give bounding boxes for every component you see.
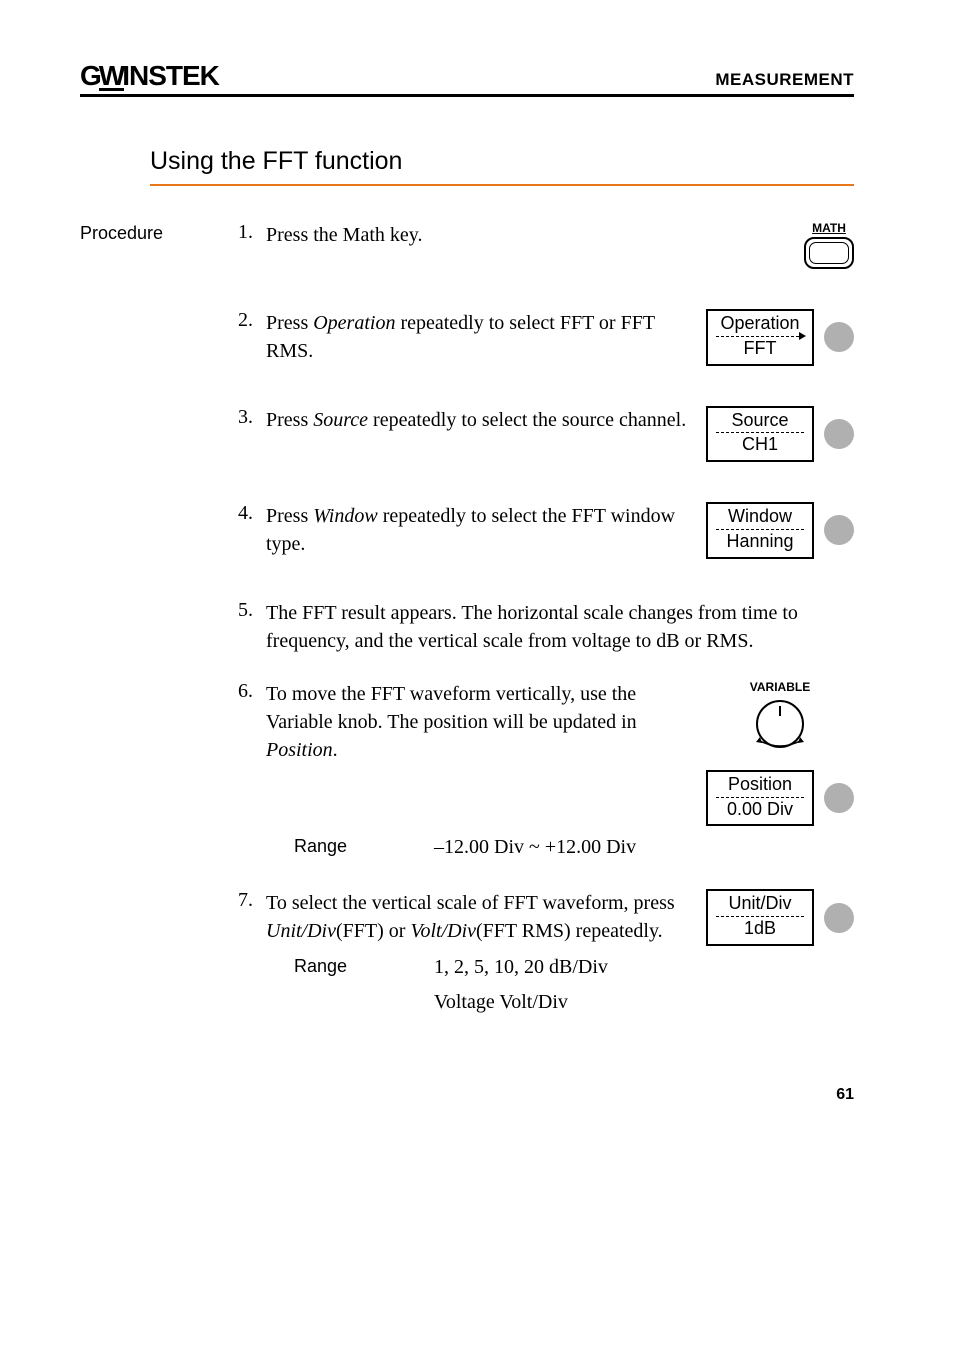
step-1: 1. Press the Math key. MATH: [238, 221, 854, 269]
step-2: 2. Press Operation repeatedly to select …: [238, 309, 854, 366]
softkey-bottom: 1dB: [744, 919, 776, 939]
side-button-icon: [824, 515, 854, 545]
math-key-graphic: MATH: [804, 221, 854, 269]
range-label-empty: [294, 991, 394, 1014]
step-2-text: Press Operation repeatedly to select FFT…: [266, 309, 694, 365]
step-1-text: Press the Math key.: [266, 221, 792, 249]
side-button-icon: [824, 419, 854, 449]
range-label: Range: [294, 836, 394, 859]
range-label: Range: [294, 956, 394, 979]
position-softkey: Position 0.00 Div: [706, 770, 814, 827]
step-6: 6. To move the FFT waveform vertically, …: [238, 680, 854, 827]
side-button-icon: [824, 322, 854, 352]
page-header: GWINSTEK MEASUREMENT: [80, 60, 854, 97]
knob-arrows-icon: [750, 736, 810, 750]
softkey-top: Operation: [720, 314, 799, 334]
range-value: Voltage Volt/Div: [434, 991, 568, 1014]
brand-rest: INSTEK: [122, 60, 219, 91]
step-4-text: Press Window repeatedly to select the FF…: [266, 502, 694, 558]
softkey-divider-icon: [716, 529, 804, 530]
step-7-text: To select the vertical scale of FFT wave…: [266, 889, 694, 945]
math-key-label: MATH: [812, 221, 846, 235]
operation-softkey: Operation FFT: [706, 309, 814, 366]
softkey-top: Window: [728, 507, 792, 527]
step-6-range: Range –12.00 Div ~ +12.00 Div: [294, 836, 854, 859]
step-4: 4. Press Window repeatedly to select the…: [238, 502, 854, 559]
softkey-divider-icon: [716, 916, 804, 917]
brand-g: G: [80, 60, 101, 91]
window-softkey: Window Hanning: [706, 502, 814, 559]
source-softkey: Source CH1: [706, 406, 814, 463]
softkey-divider-arrow-icon: [716, 336, 804, 337]
step-number: 6.: [238, 680, 266, 703]
variable-knob-label: VARIABLE: [750, 680, 810, 694]
page-number: 61: [80, 1086, 854, 1104]
softkey-bottom: CH1: [742, 435, 778, 455]
range-value: –12.00 Div ~ +12.00 Div: [434, 836, 636, 859]
step-3: 3. Press Source repeatedly to select the…: [238, 406, 854, 463]
step-number: 3.: [238, 406, 266, 429]
step-number: 5.: [238, 599, 266, 622]
step-3-text: Press Source repeatedly to select the so…: [266, 406, 694, 434]
softkey-bottom: FFT: [744, 339, 777, 359]
step-7-range-1: Range 1, 2, 5, 10, 20 dB/Div: [294, 956, 854, 979]
step-7-range-2: Voltage Volt/Div: [294, 991, 854, 1014]
softkey-bottom: 0.00 Div: [727, 800, 793, 820]
step-number: 1.: [238, 221, 266, 244]
side-button-icon: [824, 783, 854, 813]
softkey-top: Unit/Div: [728, 894, 791, 914]
side-button-icon: [824, 903, 854, 933]
brand-u: W: [99, 65, 124, 91]
step-number: 7.: [238, 889, 266, 912]
section-rule: [150, 184, 854, 186]
step-number: 4.: [238, 502, 266, 525]
step-6-text: To move the FFT waveform vertically, use…: [266, 680, 694, 764]
softkey-bottom: Hanning: [726, 532, 793, 552]
step-5: 5. The FFT result appears. The horizonta…: [238, 599, 854, 655]
variable-knob-icon: [756, 700, 804, 748]
step-number: 2.: [238, 309, 266, 332]
section-title: Using the FFT function: [150, 147, 854, 176]
softkey-top: Source: [731, 411, 788, 431]
brand-logo: GWINSTEK: [80, 60, 219, 92]
procedure-label: Procedure: [80, 221, 238, 244]
header-chapter: MEASUREMENT: [715, 70, 854, 90]
softkey-top: Position: [728, 775, 792, 795]
softkey-divider-icon: [716, 797, 804, 798]
unitdiv-softkey: Unit/Div 1dB: [706, 889, 814, 946]
content-row: Procedure 1. Press the Math key. MATH 2.…: [80, 221, 854, 1026]
softkey-divider-icon: [716, 432, 804, 433]
step-5-text: The FFT result appears. The horizontal s…: [266, 599, 854, 655]
step-7: 7. To select the vertical scale of FFT w…: [238, 889, 854, 946]
range-value: 1, 2, 5, 10, 20 dB/Div: [434, 956, 608, 979]
math-key-icon: [804, 237, 854, 269]
